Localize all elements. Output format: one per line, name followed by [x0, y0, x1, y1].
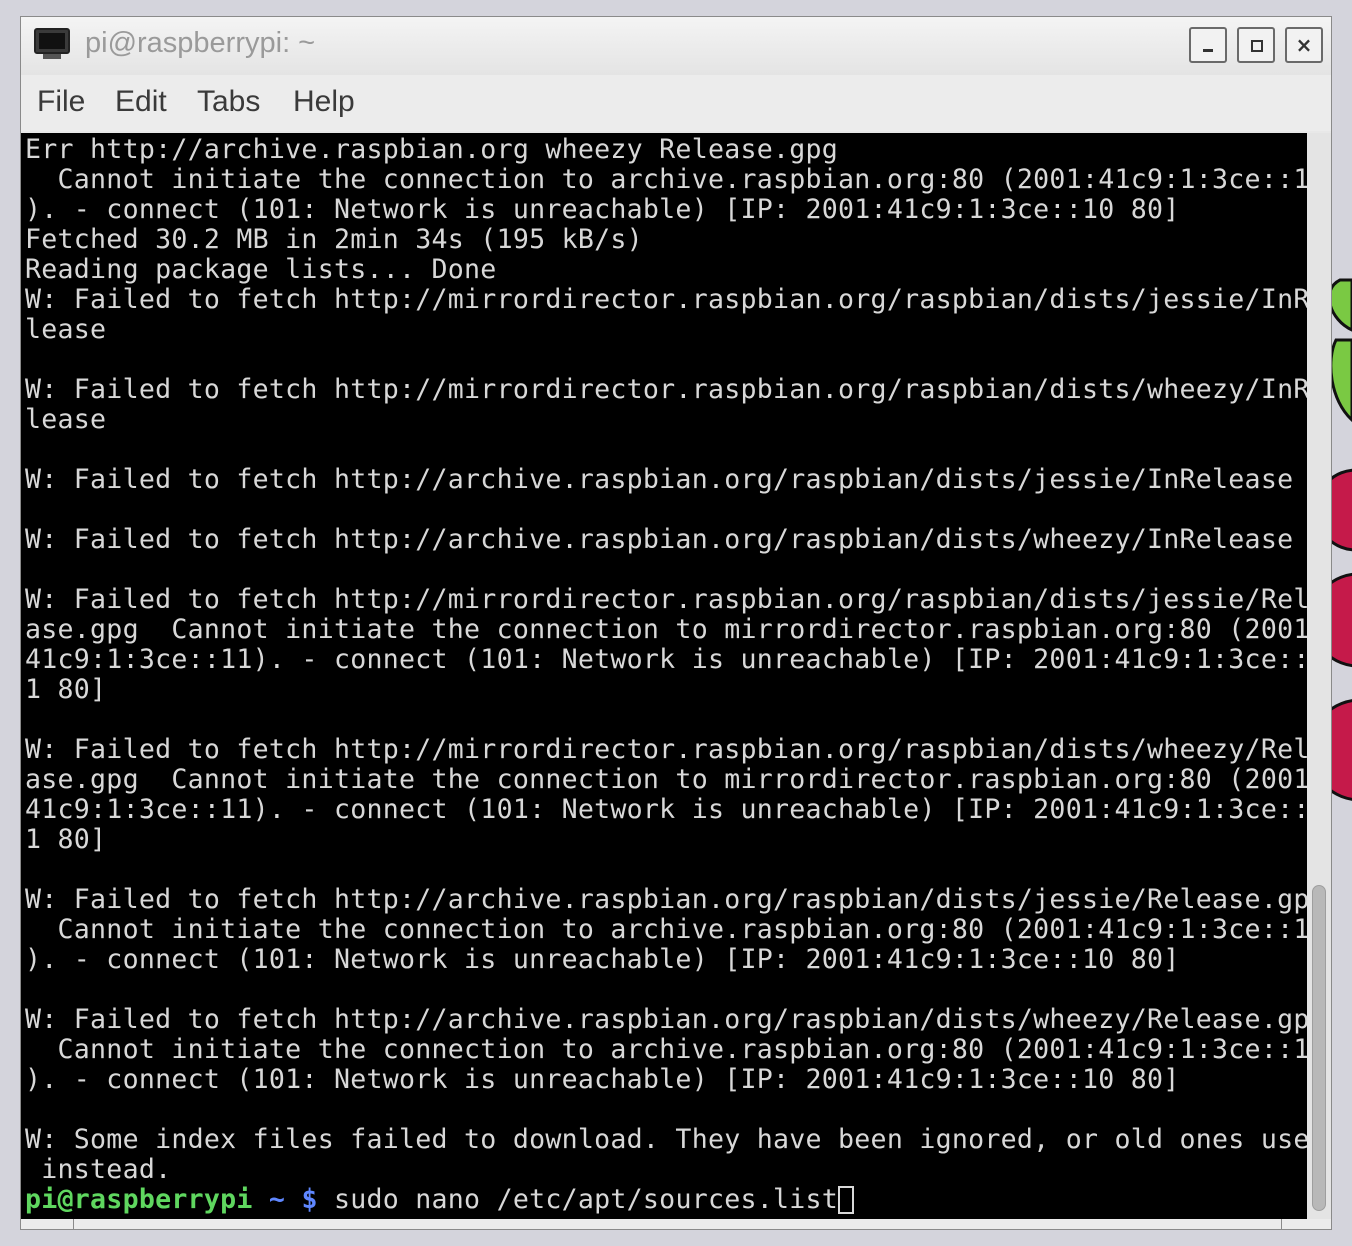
maximize-icon: [1251, 40, 1263, 52]
close-button[interactable]: ×: [1285, 27, 1323, 63]
status-divider: [73, 1219, 74, 1229]
terminal-area[interactable]: Err http://archive.raspbian.org wheezy R…: [21, 133, 1307, 1219]
vertical-scrollbar[interactable]: [1307, 133, 1331, 1219]
terminal-window: pi@raspberrypi: ~ × File Edit Tabs Help …: [20, 16, 1332, 1230]
terminal-output: Err http://archive.raspbian.org wheezy R…: [25, 134, 1307, 1185]
terminal-icon: [34, 28, 70, 59]
prompt-path: ~ $: [252, 1184, 318, 1215]
minimize-icon: [1203, 49, 1213, 52]
prompt-user: pi@raspberrypi: [25, 1184, 253, 1215]
maximize-button[interactable]: [1237, 27, 1275, 63]
menu-bar: File Edit Tabs Help: [21, 75, 1331, 131]
menu-help[interactable]: Help: [293, 85, 355, 119]
status-bar: [21, 1219, 1331, 1229]
menu-tabs[interactable]: Tabs: [197, 85, 260, 119]
prompt-line[interactable]: pi@raspberrypi ~ $ sudo nano /etc/apt/so…: [25, 1184, 855, 1215]
minimize-button[interactable]: [1189, 27, 1227, 63]
scrollbar-thumb[interactable]: [1312, 885, 1326, 1211]
desktop: pi@raspberrypi: ~ × File Edit Tabs Help …: [0, 0, 1352, 1246]
menu-file[interactable]: File: [37, 85, 85, 119]
title-bar[interactable]: pi@raspberrypi: ~ ×: [21, 17, 1331, 76]
close-icon: ×: [1295, 33, 1313, 57]
command-input[interactable]: sudo nano /etc/apt/sources.list: [318, 1184, 838, 1215]
status-divider: [1281, 1219, 1282, 1229]
window-title: pi@raspberrypi: ~: [85, 27, 316, 59]
menu-edit[interactable]: Edit: [115, 85, 167, 119]
text-cursor: [838, 1186, 855, 1214]
